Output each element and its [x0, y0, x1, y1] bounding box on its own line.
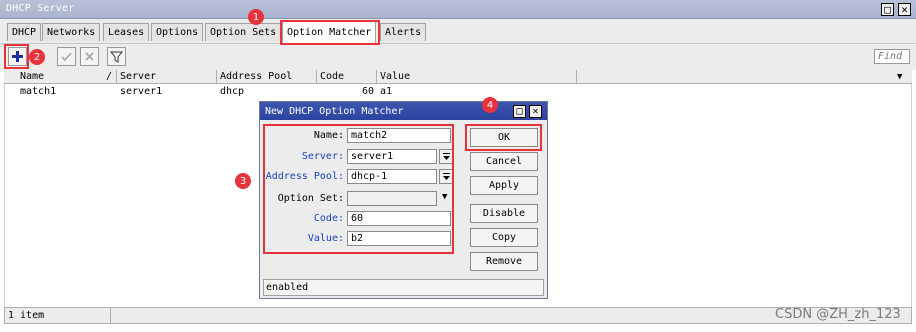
restore-window-icon[interactable]: □ — [881, 3, 894, 16]
dialog-status-bar: enabled — [263, 279, 544, 296]
apply-button[interactable]: Apply — [470, 176, 538, 195]
cell-name: match1 — [20, 86, 57, 97]
tab-dhcp[interactable]: DHCP — [7, 23, 42, 41]
cell-value: a1 — [380, 86, 393, 97]
find-input[interactable]: Find — [874, 49, 910, 64]
tab-networks[interactable]: Networks — [42, 23, 101, 41]
tab-leases[interactable]: Leases — [103, 23, 150, 41]
item-count: 1 item — [8, 310, 45, 321]
step-badge-4: 4 — [482, 97, 498, 113]
copy-button[interactable]: Copy — [470, 228, 538, 247]
dialog-close-icon[interactable]: ✕ — [529, 105, 542, 118]
disable-button[interactable] — [80, 47, 99, 66]
highlight-ok-button — [465, 124, 542, 151]
tab-alerts[interactable]: Alerts — [380, 23, 427, 41]
step-badge-3: 3 — [235, 173, 251, 189]
highlight-add-button — [4, 44, 29, 69]
tab-option-sets[interactable]: Option Sets — [205, 23, 282, 41]
cell-server: server1 — [120, 86, 163, 97]
columns-dropdown-icon[interactable]: ▼ — [897, 72, 902, 82]
cross-icon — [85, 52, 94, 61]
cancel-button[interactable]: Cancel — [470, 152, 538, 171]
step-badge-1: 1 — [248, 9, 264, 25]
column-name-label: Name — [20, 71, 45, 82]
column-header-filler — [577, 70, 897, 84]
enable-button[interactable] — [57, 47, 76, 66]
dialog-restore-icon[interactable]: □ — [513, 105, 526, 118]
highlight-option-matcher-tab — [280, 20, 380, 45]
dialog-title: New DHCP Option Matcher — [265, 106, 404, 117]
tab-options[interactable]: Options — [151, 23, 204, 41]
step-badge-2: 2 — [29, 49, 45, 65]
sort-indicator-icon: / — [105, 71, 112, 82]
status-divider — [110, 308, 111, 323]
remove-button[interactable]: Remove — [470, 252, 538, 271]
close-window-icon[interactable]: ✕ — [898, 3, 911, 16]
column-header-code[interactable]: Code — [317, 70, 377, 84]
dialog-status-text: enabled — [266, 282, 309, 293]
filter-button[interactable] — [107, 47, 126, 66]
column-header-name[interactable]: Name / — [17, 70, 117, 84]
column-header-value[interactable]: Value — [377, 70, 577, 84]
dialog-disable-button[interactable]: Disable — [470, 204, 538, 223]
column-header-address-pool[interactable]: Address Pool — [217, 70, 317, 84]
main-window-titlebar[interactable] — [0, 0, 916, 19]
cell-address-pool: dhcp — [220, 86, 245, 97]
cell-code: 60 — [361, 86, 374, 97]
highlight-form-fields — [263, 124, 454, 254]
main-window-title: DHCP Server — [6, 3, 75, 14]
filter-icon — [110, 51, 123, 63]
watermark: CSDN @ZH_zh_123 — [775, 307, 901, 322]
toolbar — [0, 43, 916, 70]
column-header-server[interactable]: Server — [117, 70, 217, 84]
check-icon — [61, 52, 72, 62]
